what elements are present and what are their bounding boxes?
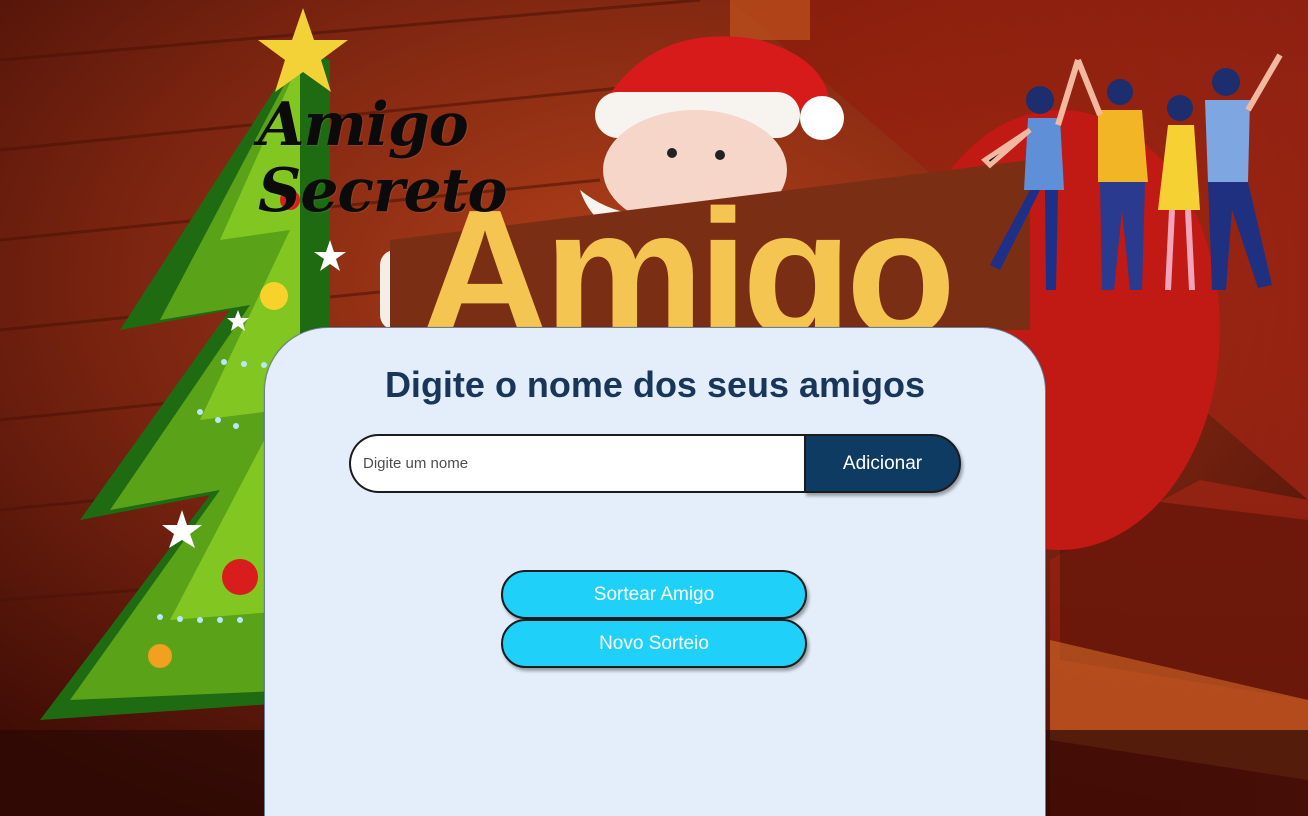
add-friend-row: Adicionar [349,434,961,493]
main-card: Digite o nome dos seus amigos Adicionar … [264,327,1046,816]
app-title: Amigo Secreto [258,90,508,226]
app-title-line2: Secreto [258,156,508,226]
app-title-line1: Amigo [258,90,469,160]
new-draw-button[interactable]: Novo Sorteio [501,619,807,668]
add-button[interactable]: Adicionar [804,434,961,493]
friend-name-input[interactable] [349,434,804,493]
section-heading: Digite o nome dos seus amigos [384,364,926,405]
draw-friend-button[interactable]: Sortear Amigo [501,570,807,619]
